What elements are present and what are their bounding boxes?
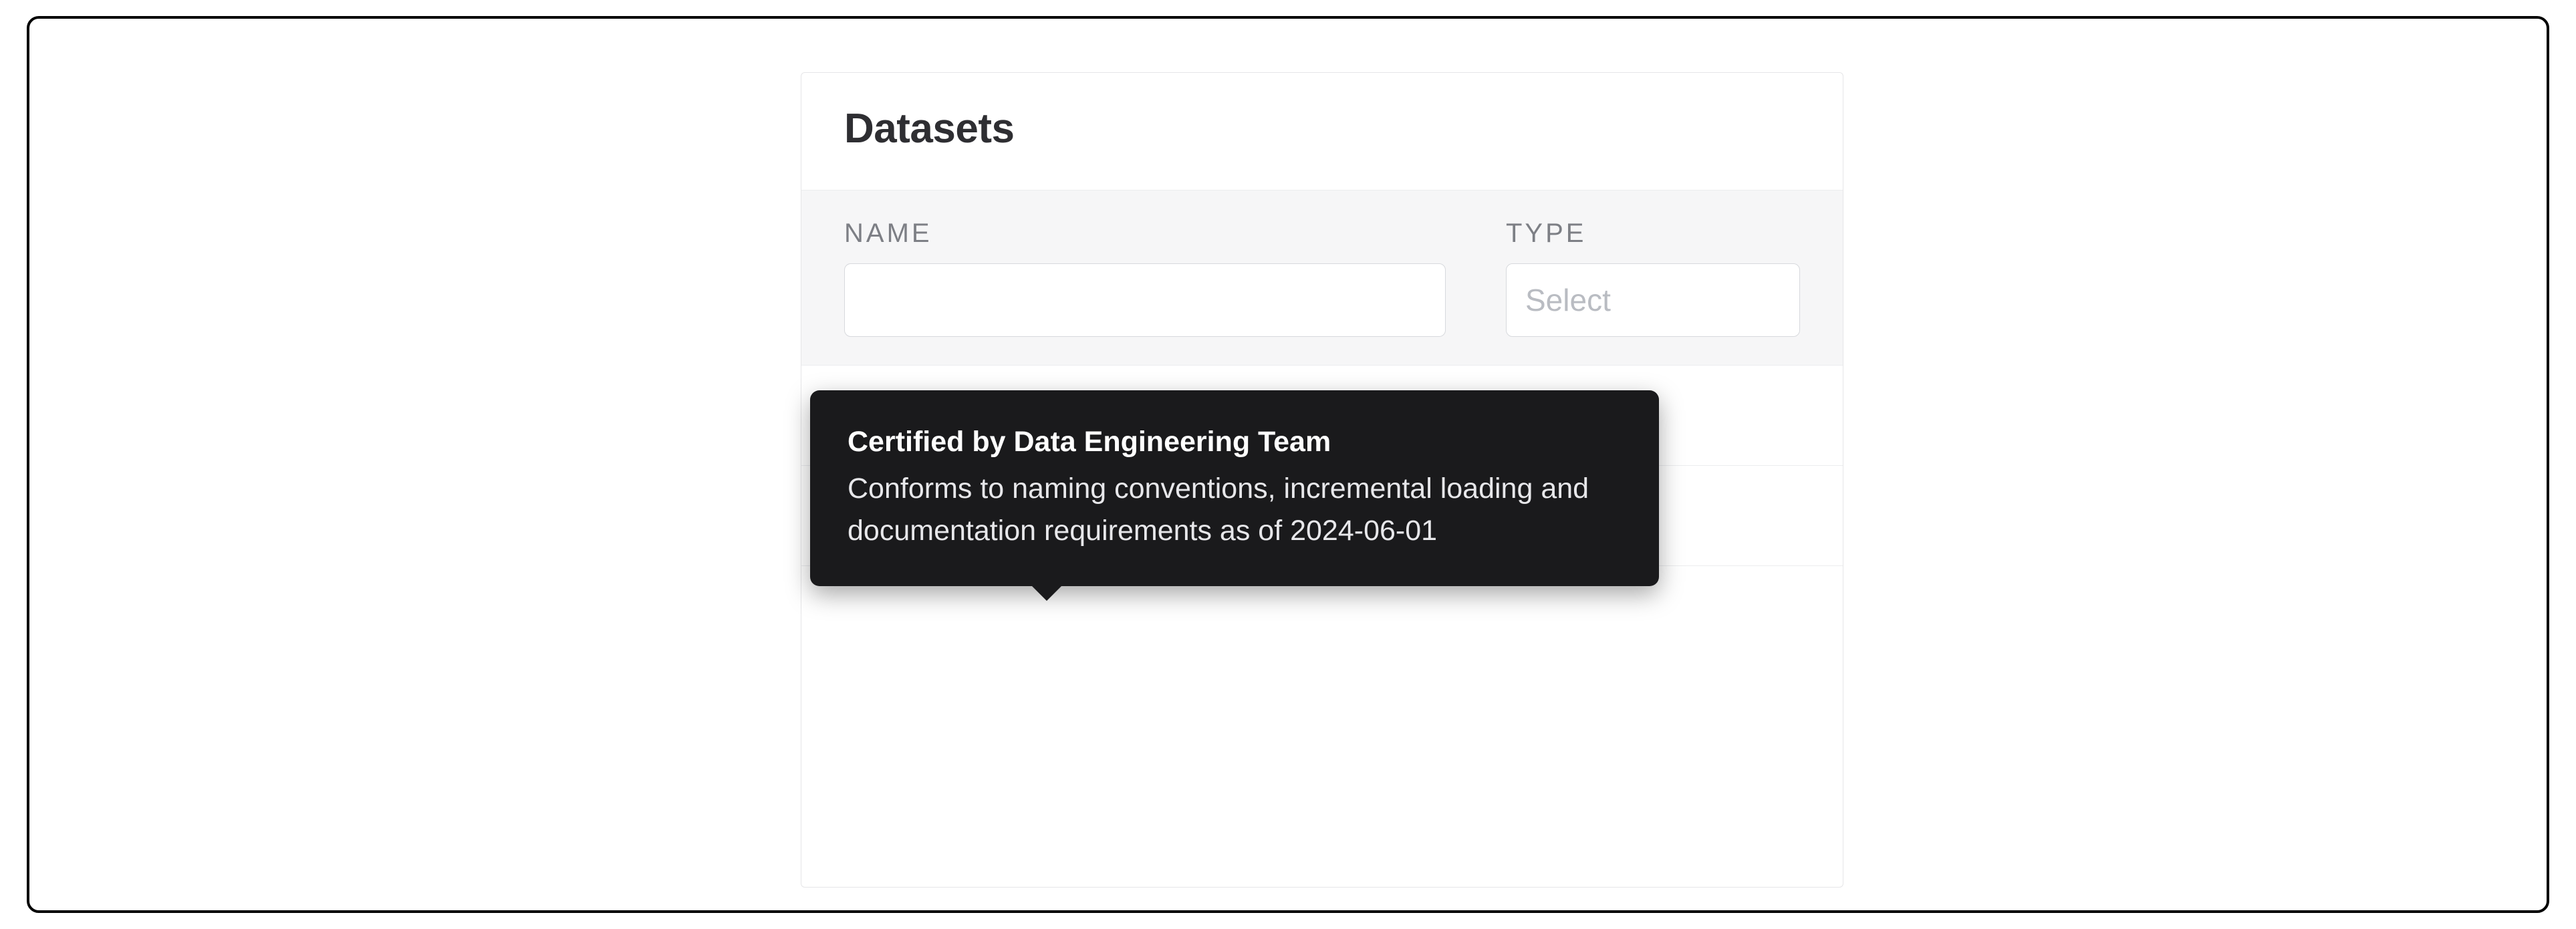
certification-tooltip: Certified by Data Engineering Team Confo… bbox=[810, 390, 1659, 586]
filter-type-placeholder: Select bbox=[1525, 282, 1611, 318]
filter-name-label: NAME bbox=[844, 219, 1446, 249]
page-title: Datasets bbox=[801, 73, 1843, 190]
filter-type-label: TYPE bbox=[1506, 219, 1800, 249]
content-frame: Datasets NAME TYPE Select Name bbox=[27, 16, 2549, 913]
tooltip-title: Certified by Data Engineering Team bbox=[848, 421, 1622, 464]
filter-bar: NAME TYPE Select bbox=[801, 190, 1843, 366]
filter-type-select[interactable]: Select bbox=[1506, 263, 1800, 337]
filter-name-input[interactable] bbox=[844, 263, 1446, 337]
tooltip-arrow-icon bbox=[1031, 585, 1063, 601]
tooltip-body: Conforms to naming conventions, incremen… bbox=[848, 468, 1622, 553]
filter-type-col: TYPE Select bbox=[1506, 219, 1800, 337]
filter-name-col: NAME bbox=[844, 219, 1446, 337]
